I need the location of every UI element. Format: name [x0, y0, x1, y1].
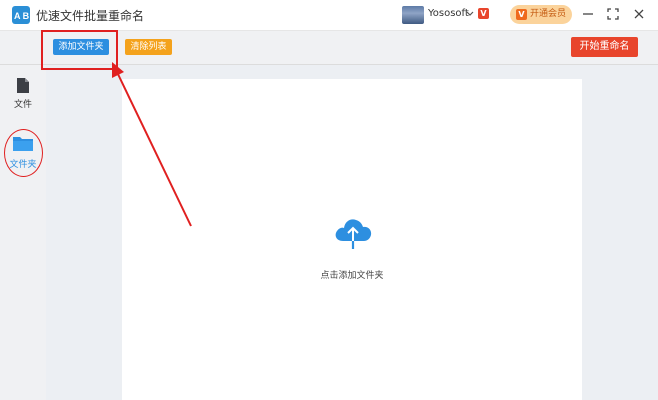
drop-zone-label: 点击添加文件夹 [320, 271, 384, 281]
clear-list-button[interactable]: 清除列表 [125, 39, 172, 55]
vip-badge-icon: V [478, 8, 489, 19]
annotation-highlight-circle [4, 129, 43, 177]
title-bar: A B 优速文件批量重命名 Yososoft V V 开通会员 [0, 0, 658, 31]
user-avatar[interactable] [402, 6, 424, 24]
app-title: 优速文件批量重命名 [36, 9, 145, 23]
svg-text:A B: A B [14, 11, 30, 21]
open-membership-label: 开通会员 [530, 9, 567, 19]
maximize-button[interactable] [603, 4, 623, 24]
file-icon [17, 78, 29, 93]
user-name[interactable]: Yososoft [428, 8, 469, 19]
open-membership-button[interactable]: V 开通会员 [510, 5, 572, 24]
main-panel: 点击添加文件夹 [46, 65, 658, 400]
app-logo-icon: A B [12, 6, 30, 24]
sidebar: 文件 文件夹 [0, 65, 46, 400]
sidebar-item-file[interactable]: 文件 [0, 75, 46, 115]
minimize-button[interactable] [578, 4, 598, 24]
annotation-highlight-box [41, 30, 118, 70]
close-button[interactable] [629, 4, 649, 24]
start-rename-button[interactable]: 开始重命名 [571, 37, 638, 57]
sidebar-item-label: 文件 [13, 100, 32, 110]
vip-icon: V [516, 9, 527, 20]
drop-zone[interactable]: 点击添加文件夹 [122, 79, 582, 400]
chevron-down-icon[interactable] [466, 7, 474, 24]
cloud-upload-icon [335, 219, 372, 249]
